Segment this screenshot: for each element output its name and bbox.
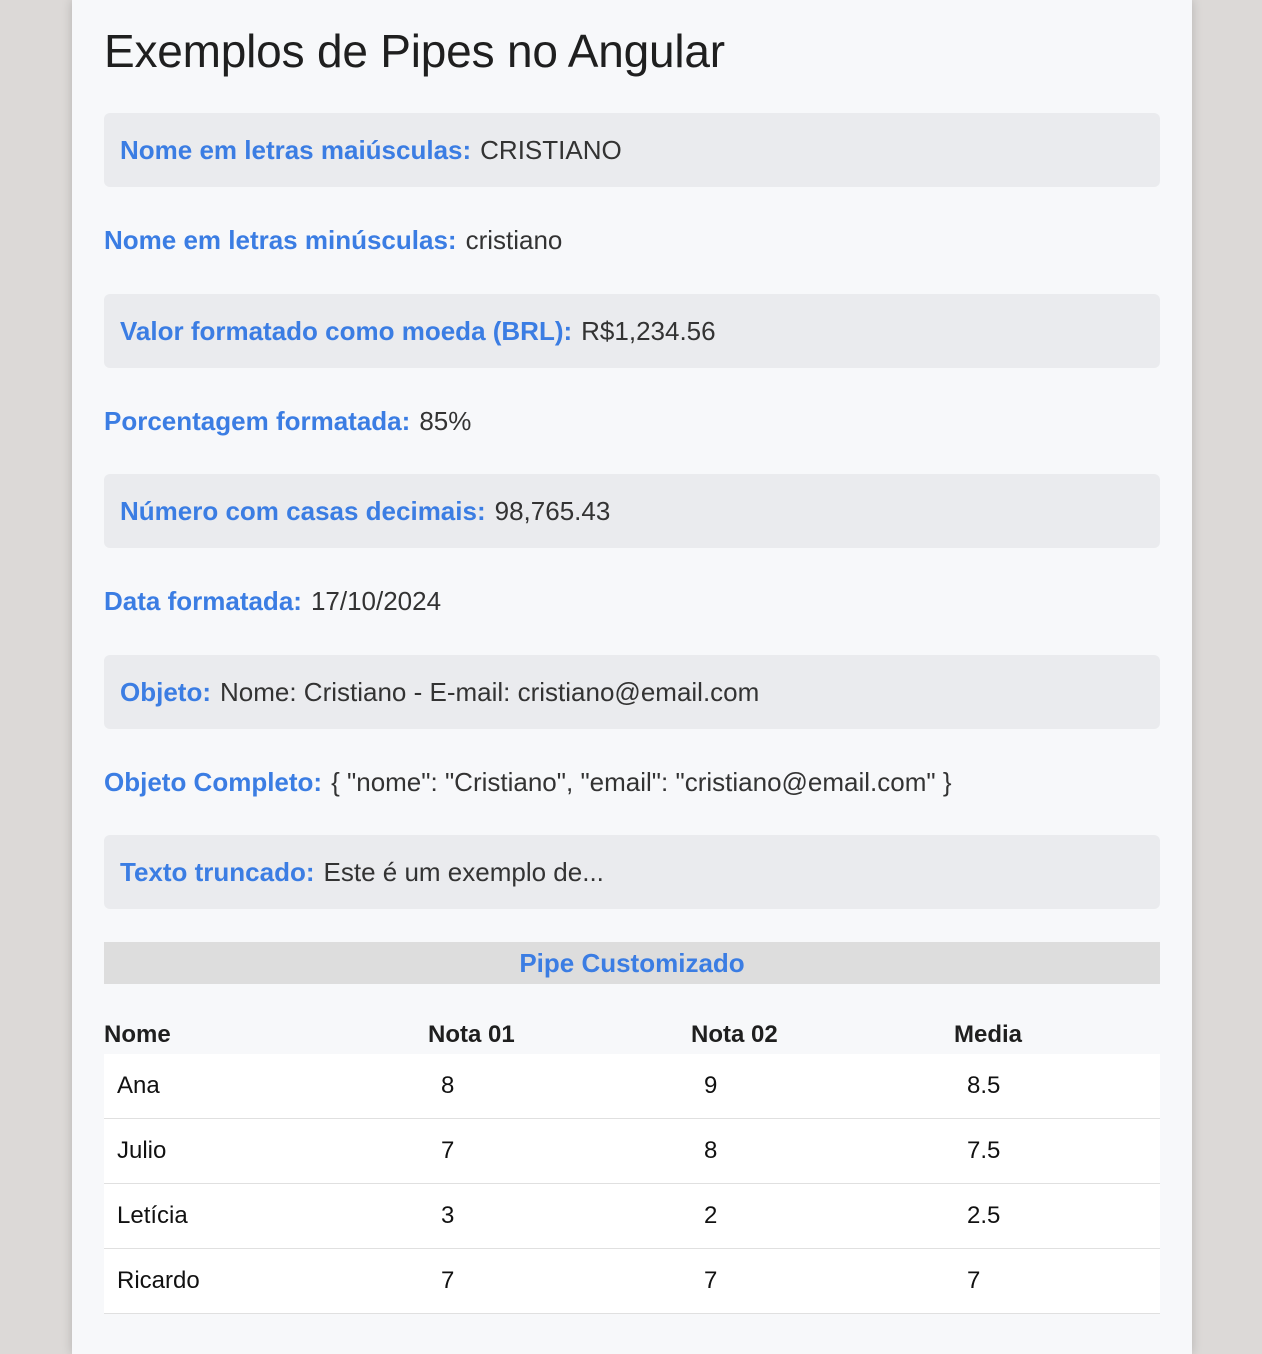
column-header-nota-01: Nota 01 xyxy=(428,1021,515,1048)
table-row: Letícia 3 2 2.5 xyxy=(104,1183,1160,1249)
column-header-media: Media xyxy=(954,1021,1023,1048)
currency-label: Valor formatado como moeda (BRL): xyxy=(120,315,573,346)
percent-value: 85% xyxy=(419,405,472,436)
decimal-value: 98,765.43 xyxy=(494,495,611,526)
object-row: Objeto: Nome: Cristiano - E-mail: cristi… xyxy=(104,655,1160,729)
json-object-value: { "nome": "Cristiano", "email": "cristia… xyxy=(331,766,952,797)
percent-row: Porcentagem formatada: 85% xyxy=(104,384,1160,458)
date-label: Data formatada: xyxy=(104,585,302,616)
truncated-text-label: Texto truncado: xyxy=(120,856,315,887)
cell-media: 2.5 xyxy=(954,1183,1160,1249)
page-card: Exemplos de Pipes no Angular Nome em let… xyxy=(72,0,1192,1354)
cell-nota-02: 9 xyxy=(691,1054,954,1119)
lowercase-value: cristiano xyxy=(465,224,563,255)
cell-nota-02: 8 xyxy=(691,1118,954,1184)
table-header-row: Nome Nota 01 Nota 02 Media xyxy=(104,1016,1160,1054)
json-object-label: Objeto Completo: xyxy=(104,766,323,797)
percent-label: Porcentagem formatada: xyxy=(104,405,411,436)
object-value: Nome: Cristiano - E-mail: cristiano@emai… xyxy=(220,676,760,707)
json-object-row: Objeto Completo: { "nome": "Cristiano", … xyxy=(104,745,1160,819)
table-row: Ricardo 7 7 7 xyxy=(104,1248,1160,1314)
lowercase-label: Nome em letras minúsculas: xyxy=(104,224,457,255)
cell-nome: Julio xyxy=(104,1118,428,1184)
uppercase-label: Nome em letras maiúsculas: xyxy=(120,134,472,165)
cell-media: 7.5 xyxy=(954,1118,1160,1184)
cell-nota-02: 7 xyxy=(691,1248,954,1314)
cell-nome: Letícia xyxy=(104,1183,428,1249)
object-label: Objeto: xyxy=(120,676,211,707)
page-title: Exemplos de Pipes no Angular xyxy=(104,25,725,77)
cell-nome: Ana xyxy=(104,1054,428,1119)
date-value: 17/10/2024 xyxy=(310,585,442,616)
column-header-nota-02: Nota 02 xyxy=(691,1021,778,1048)
currency-row: Valor formatado como moeda (BRL): R$1,23… xyxy=(104,294,1160,368)
truncated-text-value: Este é um exemplo de... xyxy=(323,856,604,887)
date-row: Data formatada: 17/10/2024 xyxy=(104,564,1160,638)
cell-nota-01: 7 xyxy=(428,1248,691,1314)
grades-table: Nome Nota 01 Nota 02 Media Ana 8 9 8.5 J… xyxy=(104,1016,1160,1314)
custom-pipe-heading: Pipe Customizado xyxy=(104,942,1160,984)
currency-value: R$1,234.56 xyxy=(581,315,716,346)
cell-nota-01: 8 xyxy=(428,1054,691,1119)
uppercase-row: Nome em letras maiúsculas: CRISTIANO xyxy=(104,113,1160,187)
cell-nota-01: 3 xyxy=(428,1183,691,1249)
cell-nome: Ricardo xyxy=(104,1248,428,1314)
decimal-label: Número com casas decimais: xyxy=(120,495,486,526)
column-header-nome: Nome xyxy=(104,1021,171,1048)
decimal-row: Número com casas decimais: 98,765.43 xyxy=(104,474,1160,548)
truncated-text-row: Texto truncado: Este é um exemplo de... xyxy=(104,835,1160,909)
cell-media: 7 xyxy=(954,1248,1160,1314)
cell-nota-02: 2 xyxy=(691,1183,954,1249)
lowercase-row: Nome em letras minúsculas: cristiano xyxy=(104,203,1160,277)
table-row: Ana 8 9 8.5 xyxy=(104,1054,1160,1119)
uppercase-value: CRISTIANO xyxy=(480,134,622,165)
cell-media: 8.5 xyxy=(954,1054,1160,1119)
cell-nota-01: 7 xyxy=(428,1118,691,1184)
table-row: Julio 7 8 7.5 xyxy=(104,1118,1160,1184)
